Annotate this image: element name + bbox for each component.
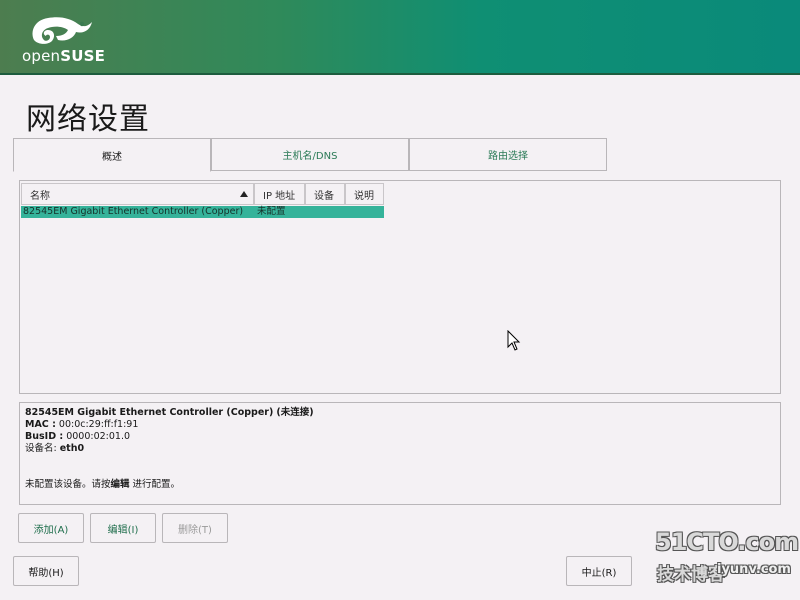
row-name-cell: 82545EM Gigabit Ethernet Controller (Cop… xyxy=(23,206,244,217)
watermark-line3: iyunv.com xyxy=(717,562,791,577)
device-name-label: 设备名: xyxy=(25,443,57,454)
busid-value: 0000:02:01.0 xyxy=(66,431,131,442)
tab-hostname-dns[interactable]: 主机名/DNS xyxy=(211,138,409,171)
watermark-line1: 51CTO.com xyxy=(655,528,799,556)
help-button[interactable]: 帮助(H) xyxy=(13,556,79,586)
abort-button[interactable]: 中止(R) xyxy=(566,556,632,586)
device-title-line: 82545EM Gigabit Ethernet Controller (Cop… xyxy=(25,407,775,419)
device-details-panel: 82545EM Gigabit Ethernet Controller (Cop… xyxy=(19,402,781,505)
header-banner: openSUSE xyxy=(0,0,800,75)
busid-line: BusID : 0000:02:01.0 xyxy=(25,431,775,443)
mac-value: 00:0c:29:ff:f1:91 xyxy=(58,419,139,430)
sort-ascending-icon xyxy=(240,191,248,197)
watermark-line2: 技术博客 xyxy=(657,565,725,585)
tab-routing[interactable]: 路由选择 xyxy=(409,138,607,171)
row-ip-cell: 未配置 xyxy=(257,206,286,217)
hint-edit-word: 编辑 xyxy=(110,479,130,490)
device-title: 82545EM Gigabit Ethernet Controller (Cop… xyxy=(25,407,274,418)
delete-button[interactable]: 删除(T) xyxy=(162,513,228,543)
column-header-name[interactable]: 名称 xyxy=(21,183,254,205)
opensuse-logo: openSUSE xyxy=(22,8,122,68)
mac-label: MAC : xyxy=(25,419,56,430)
page-title: 网络设置 xyxy=(26,102,150,137)
hint-prefix: 未配置该设备。请按 xyxy=(25,479,111,490)
configure-hint: 未配置该设备。请按编辑 进行配置。 xyxy=(25,479,180,491)
watermark: 51CTO.com 技术博客 iyunv.com xyxy=(655,528,800,588)
logo-wordmark: openSUSE xyxy=(22,47,106,65)
column-header-ip[interactable]: IP 地址 xyxy=(254,183,305,205)
device-status: (未连接) xyxy=(276,407,314,418)
column-header-description[interactable]: 说明 xyxy=(345,183,384,205)
mouse-pointer-icon xyxy=(507,330,521,351)
column-header-name-label: 名称 xyxy=(30,190,50,202)
edit-button[interactable]: 编辑(I) xyxy=(90,513,156,543)
table-row[interactable]: 82545EM Gigabit Ethernet Controller (Cop… xyxy=(21,206,384,218)
network-interfaces-table[interactable]: 名称 IP 地址 设备 说明 82545EM Gigabit Ethernet … xyxy=(19,180,781,394)
add-button[interactable]: 添加(A) xyxy=(18,513,84,543)
tab-overview[interactable]: 概述 xyxy=(13,138,211,172)
device-name-line: 设备名: eth0 xyxy=(25,443,775,455)
hint-suffix: 进行配置。 xyxy=(129,479,181,490)
mac-line: MAC : 00:0c:29:ff:f1:91 xyxy=(25,419,775,431)
device-name-value: eth0 xyxy=(59,443,85,454)
chameleon-icon xyxy=(32,17,92,44)
busid-label: BusID : xyxy=(25,431,64,442)
column-header-device[interactable]: 设备 xyxy=(305,183,345,205)
